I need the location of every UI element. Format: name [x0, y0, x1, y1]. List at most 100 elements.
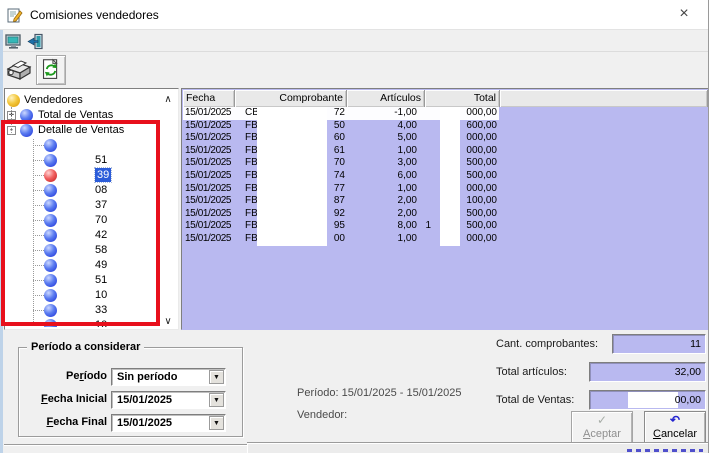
vendor-ball-icon: [44, 139, 57, 152]
redaction-box-field: [628, 392, 678, 408]
cell-comprobante-prefix: FB: [245, 157, 258, 170]
vendor-ball-icon: [44, 184, 57, 197]
cell-fecha: 15/01/2025: [185, 233, 233, 246]
vendor-ball-icon: [44, 244, 57, 257]
vendors-tree-panel: Vendedores + Total de Ventas - Detalle d…: [4, 88, 179, 330]
vendor-root-ball-icon: [7, 94, 20, 107]
tree-node-label: Detalle de Ventas: [38, 123, 124, 138]
tree-connector: [11, 107, 12, 135]
vendor-ball-icon: [44, 289, 57, 302]
cell-total: 000,00: [423, 132, 497, 145]
cell-comprobante-prefix: FB: [245, 145, 258, 158]
tree-connector: [33, 190, 44, 191]
undo-arrow-icon: ↶: [645, 412, 705, 428]
tree-node[interactable]: - Detalle de Ventas: [7, 123, 176, 138]
cell-articulos: 8,00: [333, 220, 417, 233]
total-field: 32,00: [589, 362, 706, 382]
scroll-down-icon[interactable]: ∨: [161, 315, 175, 327]
cell-fecha: 15/01/2025: [185, 107, 233, 120]
cell-comprobante-prefix: FB: [245, 233, 258, 246]
sales-grid-panel: Fecha Comprobante Artículos Total 15/01/…: [181, 88, 709, 330]
total-row: Cant. comprobantes: 11: [0, 334, 709, 354]
total-value: 00,00: [675, 391, 701, 409]
vendor-item-label: 42: [95, 228, 107, 242]
tree-root-vendedores[interactable]: Vendedores: [7, 93, 176, 108]
vendors-tree: Vendedores + Total de Ventas - Detalle d…: [7, 93, 176, 327]
cell-total: 500,00: [423, 208, 497, 221]
tree-connector: [33, 280, 44, 281]
cell-comprobante-prefix: FB: [245, 195, 258, 208]
tree-connector: [33, 265, 44, 266]
vendor-item-label: 51: [95, 273, 107, 287]
cell-articulos: 1,00: [333, 183, 417, 196]
check-icon: ✓: [572, 412, 632, 428]
document-pencil-icon: [7, 7, 23, 23]
total-field: 11: [612, 334, 706, 354]
total-row: Total de Ventas: 00,00: [0, 390, 709, 410]
printer-icon[interactable]: [4, 55, 34, 85]
close-icon[interactable]: ×: [664, 0, 704, 30]
column-header-fecha[interactable]: Fecha: [183, 90, 235, 107]
cell-fecha: 15/01/2025: [185, 145, 233, 158]
tree-connector: [33, 160, 44, 161]
vendor-item-label: 08: [95, 183, 107, 197]
tree-connector: [33, 235, 44, 236]
cell-fecha: 15/01/2025: [185, 183, 233, 196]
column-header-articulos[interactable]: Artículos: [347, 90, 425, 107]
scroll-up-icon[interactable]: ∧: [161, 93, 175, 107]
column-header-total[interactable]: Total: [425, 90, 500, 107]
cell-total: 100,00: [423, 195, 497, 208]
tree-connector: [33, 205, 44, 206]
tool-bar: [3, 53, 709, 86]
total-row: Total artículos: 32,00: [0, 362, 709, 382]
cell-total: 500,00: [423, 157, 497, 170]
window-title: Comisiones vendedores: [30, 0, 159, 30]
tree-connector: [33, 310, 44, 311]
vendor-item-label: 10: [95, 318, 107, 327]
grid-header: Fecha Comprobante Artículos Total: [183, 90, 708, 107]
refresh-report-icon[interactable]: [36, 55, 66, 85]
totals-section: Cant. comprobantes: 11 Total artículos: …: [0, 334, 709, 418]
vendor-item-label: 49: [95, 258, 107, 272]
vendor-item-label: 33: [95, 303, 107, 317]
tree-root-label: Vendedores: [24, 93, 83, 108]
tree-node[interactable]: + Total de Ventas: [7, 108, 176, 123]
total-label: Cant. comprobantes:: [496, 338, 598, 350]
tree-node-label: Total de Ventas: [38, 108, 113, 123]
tree-connector: [33, 139, 34, 327]
column-header-comprobante[interactable]: Comprobante: [235, 90, 347, 107]
node-ball-icon: [20, 124, 33, 137]
cell-articulos: 5,00: [333, 132, 417, 145]
cell-fecha: 15/01/2025: [185, 132, 233, 145]
cell-articulos: 4,00: [333, 120, 417, 133]
cell-comprobante-prefix: FB: [245, 170, 258, 183]
vendor-item-label: 58: [95, 243, 107, 257]
cell-articulos: 6,00: [333, 170, 417, 183]
cell-fecha: 15/01/2025: [185, 157, 233, 170]
cell-articulos: -1,00: [333, 107, 417, 120]
tree-connector: [33, 175, 44, 176]
cell-fecha: 15/01/2025: [185, 170, 233, 183]
dropdown-arrow-icon[interactable]: ▼: [209, 416, 224, 430]
total-label: Total artículos:: [496, 366, 567, 378]
cell-total: 000,00: [423, 233, 497, 246]
cell-total: 500,00: [423, 170, 497, 183]
vendor-ball-icon: [44, 304, 57, 317]
monitor-icon[interactable]: [5, 33, 22, 50]
vendor-item-label: 37: [95, 198, 107, 212]
cell-total: 500,00: [423, 220, 497, 233]
cell-total: 600,00: [423, 120, 497, 133]
cell-comprobante-prefix: FB: [245, 132, 258, 145]
cell-fecha: 15/01/2025: [185, 120, 233, 133]
vendor-ball-icon: [44, 319, 57, 327]
exit-door-icon[interactable]: [27, 33, 44, 50]
cell-comprobante-prefix: FB: [245, 208, 258, 221]
tree-connector: [33, 145, 44, 146]
menu-bar: [3, 31, 709, 52]
cell-total: 000,00: [423, 145, 497, 158]
node-ball-icon: [20, 109, 33, 122]
tree-connector: [33, 250, 44, 251]
vendor-ball-icon: [44, 214, 57, 227]
total-value: 32,00: [675, 363, 701, 381]
cell-articulos: 3,00: [333, 157, 417, 170]
